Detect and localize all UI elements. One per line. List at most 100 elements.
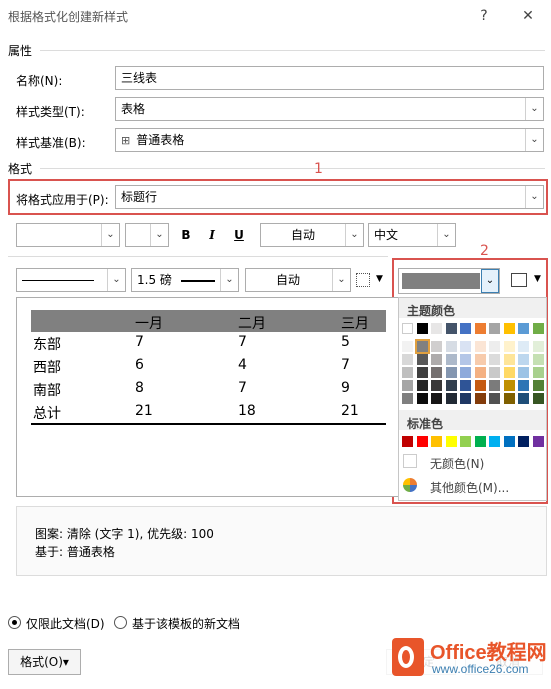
standard-colors-label: 标准色 [407, 417, 444, 431]
theme-shade-swatch[interactable] [474, 341, 486, 352]
theme-shade-swatch[interactable] [474, 367, 486, 378]
theme-shade-swatch[interactable] [503, 354, 515, 365]
theme-shade-swatch[interactable] [431, 367, 442, 378]
more-colors-option[interactable]: 其他颜色(M)... [430, 479, 509, 496]
font-name-select[interactable]: ⌄ [16, 223, 120, 247]
standard-color-swatch[interactable] [518, 436, 529, 447]
border-weight-select[interactable]: 1.5 磅 ⌄ [131, 268, 239, 292]
underline-button[interactable]: U [229, 225, 249, 245]
theme-shade-swatch[interactable] [416, 393, 428, 404]
shading-color-select[interactable]: ⌄ [398, 268, 500, 294]
theme-shade-swatch[interactable] [402, 380, 413, 391]
standard-color-swatch[interactable] [503, 436, 515, 447]
theme-shade-swatch[interactable] [460, 380, 471, 391]
border-style-select[interactable]: ⌄ [16, 268, 126, 292]
format-menu-button[interactable]: 格式(O)▾ [8, 649, 81, 675]
theme-shade-swatch[interactable] [532, 380, 544, 391]
theme-color-swatch[interactable] [416, 323, 428, 334]
theme-shade-swatch[interactable] [503, 380, 515, 391]
theme-shade-swatch[interactable] [489, 367, 500, 378]
theme-shade-swatch[interactable] [474, 380, 486, 391]
theme-shade-swatch[interactable] [474, 354, 486, 365]
theme-shade-swatch[interactable] [460, 393, 471, 404]
standard-color-swatch[interactable] [431, 436, 442, 447]
standard-color-swatch[interactable] [416, 436, 428, 447]
selected-color-swatch[interactable] [414, 339, 430, 354]
theme-shade-swatch[interactable] [518, 367, 529, 378]
theme-shade-swatch[interactable] [460, 354, 471, 365]
theme-shade-swatch[interactable] [460, 341, 471, 352]
theme-shade-swatch[interactable] [518, 393, 529, 404]
theme-color-swatch[interactable] [532, 323, 544, 334]
theme-shade-swatch[interactable] [503, 341, 515, 352]
italic-button[interactable]: I [202, 225, 222, 245]
standard-color-swatch[interactable] [460, 436, 471, 447]
theme-shade-swatch[interactable] [402, 341, 413, 352]
theme-shade-swatch[interactable] [489, 354, 500, 365]
theme-shade-swatch[interactable] [431, 393, 442, 404]
theme-shade-swatch[interactable] [445, 341, 457, 352]
standard-color-swatch[interactable] [402, 436, 413, 447]
chevron-down-icon: ⌄ [332, 269, 350, 291]
theme-shade-swatch[interactable] [402, 354, 413, 365]
cell-format-dropdown-icon[interactable]: ▼ [534, 274, 541, 284]
language-select[interactable]: 中文 ⌄ [368, 223, 456, 247]
theme-shade-swatch[interactable] [431, 380, 442, 391]
theme-shade-swatch[interactable] [518, 341, 529, 352]
style-base-select[interactable]: ⊞ 普通表格 ⌄ [115, 128, 544, 152]
theme-shade-swatch[interactable] [416, 367, 428, 378]
theme-shade-swatch[interactable] [474, 393, 486, 404]
standard-color-swatch[interactable] [489, 436, 500, 447]
no-color-option[interactable]: 无颜色(N) [430, 455, 484, 472]
standard-color-swatch[interactable] [532, 436, 544, 447]
theme-shade-swatch[interactable] [416, 380, 428, 391]
theme-shade-swatch[interactable] [532, 354, 544, 365]
name-input[interactable]: 三线表 [115, 66, 544, 90]
theme-shade-swatch[interactable] [518, 380, 529, 391]
font-size-select[interactable]: ⌄ [125, 223, 169, 247]
theme-color-swatch[interactable] [460, 323, 471, 334]
close-button[interactable]: ✕ [516, 6, 540, 26]
weight-line-preview [180, 279, 215, 282]
theme-shade-swatch[interactable] [402, 367, 413, 378]
theme-color-swatch[interactable] [503, 323, 515, 334]
theme-shade-swatch[interactable] [489, 393, 500, 404]
theme-shade-swatch[interactable] [532, 341, 544, 352]
theme-shade-swatch[interactable] [445, 367, 457, 378]
theme-color-swatch[interactable] [474, 323, 486, 334]
theme-shade-swatch[interactable] [445, 380, 457, 391]
bold-button[interactable]: B [176, 225, 196, 245]
apply-to-select[interactable]: 标题行 ⌄ [115, 185, 544, 209]
theme-color-swatch[interactable] [489, 323, 500, 334]
theme-color-swatch[interactable] [518, 323, 529, 334]
theme-shade-swatch[interactable] [503, 367, 515, 378]
theme-shade-swatch[interactable] [431, 341, 442, 352]
theme-shade-swatch[interactable] [460, 367, 471, 378]
standard-color-swatch[interactable] [474, 436, 486, 447]
style-type-label: 样式类型(T): [16, 105, 85, 119]
theme-shade-swatch[interactable] [402, 393, 413, 404]
theme-shade-swatch[interactable] [532, 367, 544, 378]
theme-color-swatch[interactable] [431, 323, 442, 334]
theme-shade-swatch[interactable] [489, 380, 500, 391]
borders-icon[interactable] [356, 273, 370, 287]
theme-shade-swatch[interactable] [431, 354, 442, 365]
standard-color-swatch[interactable] [445, 436, 457, 447]
border-color-select[interactable]: 自动 ⌄ [245, 268, 351, 292]
theme-shade-swatch[interactable] [445, 393, 457, 404]
theme-shade-swatch[interactable] [518, 354, 529, 365]
theme-shade-swatch[interactable] [503, 393, 515, 404]
borders-dropdown-icon[interactable]: ▼ [376, 274, 383, 284]
font-color-select[interactable]: 自动 ⌄ [260, 223, 364, 247]
cell-format-icon[interactable] [511, 273, 527, 287]
only-this-document-radio[interactable] [8, 616, 21, 629]
theme-shade-swatch[interactable] [416, 354, 428, 365]
theme-color-swatch[interactable] [402, 323, 413, 334]
style-type-select[interactable]: 表格 ⌄ [115, 97, 544, 121]
help-button[interactable]: ? [472, 6, 496, 26]
theme-shade-swatch[interactable] [489, 341, 500, 352]
template-documents-radio[interactable] [114, 616, 127, 629]
theme-color-swatch[interactable] [445, 323, 457, 334]
theme-shade-swatch[interactable] [532, 393, 544, 404]
theme-shade-swatch[interactable] [445, 354, 457, 365]
